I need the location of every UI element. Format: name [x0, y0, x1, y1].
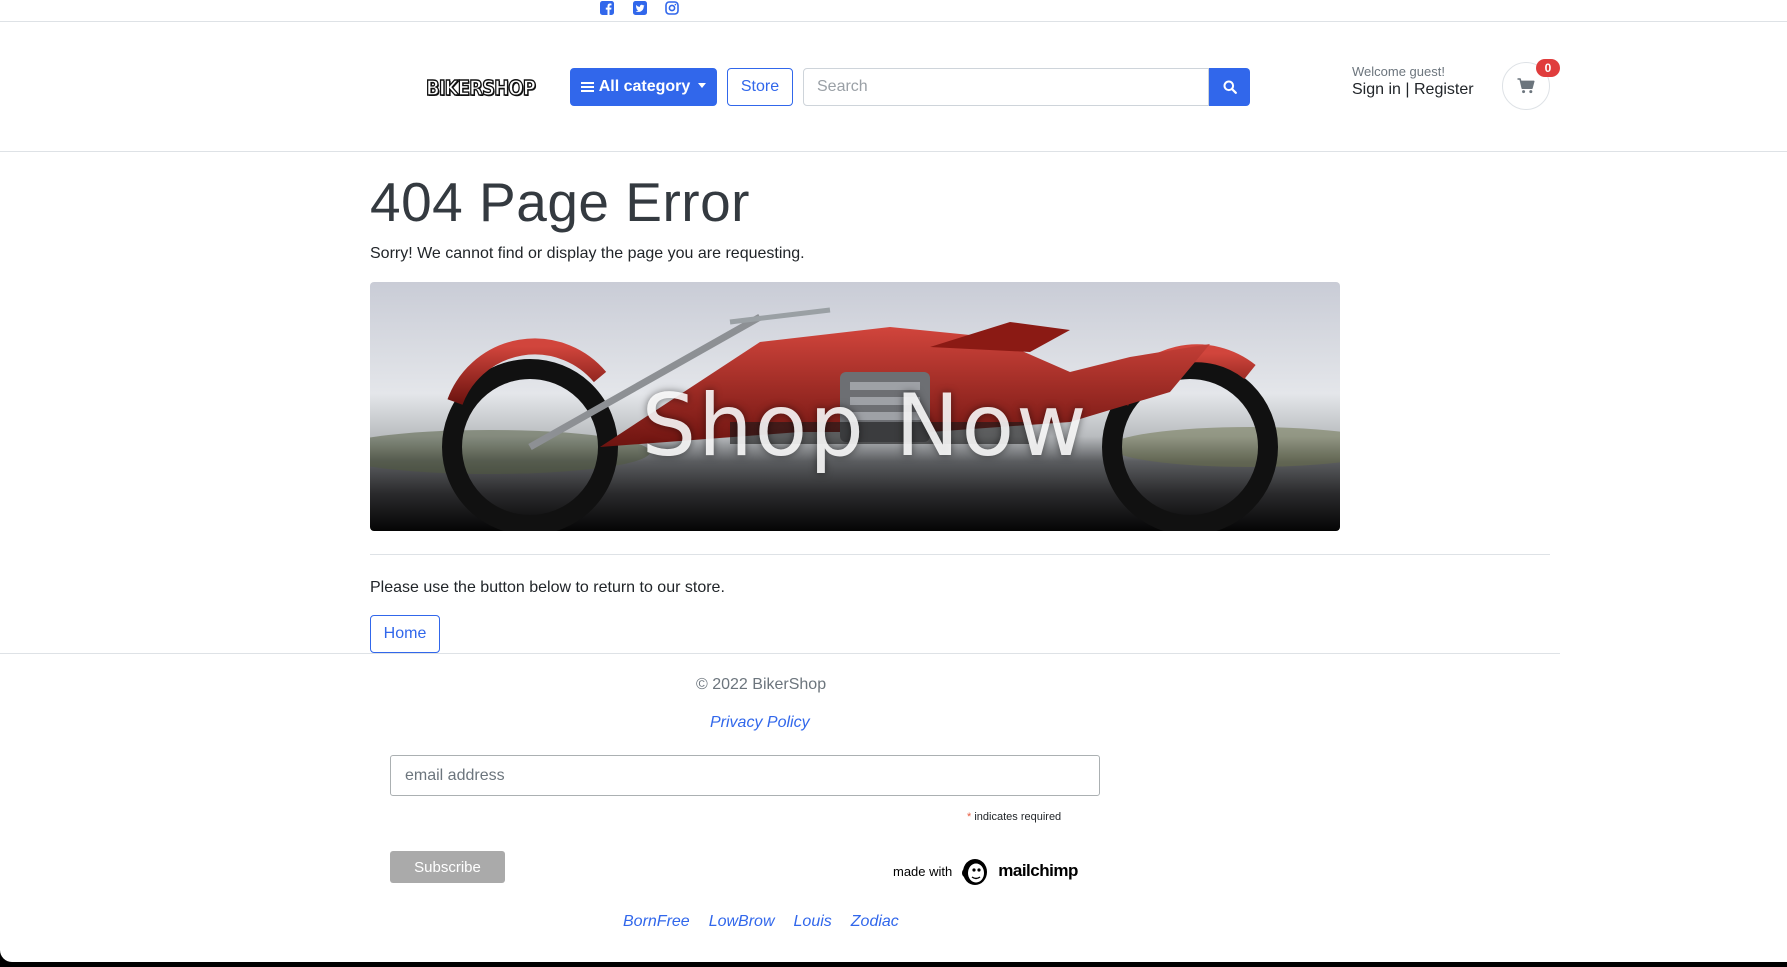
email-field[interactable] — [390, 755, 1100, 796]
search-icon — [1223, 80, 1237, 94]
caret-down-icon — [698, 82, 707, 88]
made-with-text: made with — [893, 863, 953, 879]
mailchimp-logo-icon — [962, 859, 988, 885]
required-text: indicates required — [974, 811, 1062, 823]
welcome-text: Welcome guest! — [1352, 64, 1445, 79]
page: BIKERSHOP All category Store Welcome gue… — [0, 0, 1787, 962]
sign-in-link[interactable]: Sign in — [1352, 81, 1401, 98]
brand-link-zodiac[interactable]: Zodiac — [851, 913, 899, 931]
subscribe-button[interactable]: Subscribe — [390, 851, 505, 883]
mailchimp-badge[interactable]: made with mailchimp — [893, 855, 1078, 887]
category-label: All category — [598, 78, 691, 95]
brand-link-bornfree[interactable]: BornFree — [623, 913, 690, 931]
auth-separator: | — [1405, 81, 1410, 98]
required-asterisk: * — [967, 811, 972, 823]
cart-count-badge: 0 — [1536, 59, 1560, 77]
privacy-policy-link[interactable]: Privacy Policy — [710, 714, 810, 732]
facebook-icon[interactable] — [600, 1, 614, 15]
page-title: 404 Page Error — [370, 171, 750, 233]
divider — [370, 554, 1550, 555]
return-instruction: Please use the button below to return to… — [370, 579, 725, 596]
banner-text: Shop Now — [641, 375, 1089, 476]
menu-icon — [580, 82, 594, 92]
brand-link-lowbrow[interactable]: LowBrow — [709, 913, 775, 931]
store-button[interactable]: Store — [727, 68, 793, 106]
all-category-dropdown[interactable]: All category — [570, 68, 717, 106]
shop-now-banner[interactable]: Shop Now — [370, 282, 1340, 531]
mailchimp-wordmark: mailchimp — [998, 861, 1078, 880]
home-button[interactable]: Home — [370, 615, 440, 653]
site-logo[interactable]: BIKERSHOP — [425, 75, 536, 100]
site-header: BIKERSHOP All category Store Welcome gue… — [0, 22, 1787, 152]
copyright: © 2022 BikerShop — [696, 676, 827, 693]
footer-divider — [0, 653, 1560, 654]
cart-icon — [1517, 78, 1535, 94]
error-message: Sorry! We cannot find or display the pag… — [370, 245, 805, 262]
social-bar — [0, 0, 1787, 22]
search-button[interactable] — [1209, 68, 1250, 106]
brand-links: BornFree LowBrow Louis Zodiac — [623, 913, 899, 931]
auth-links: Sign in | Register — [1352, 81, 1474, 99]
register-link[interactable]: Register — [1414, 81, 1474, 98]
instagram-icon[interactable] — [665, 1, 679, 15]
twitter-icon[interactable] — [633, 1, 647, 15]
brand-link-louis[interactable]: Louis — [794, 913, 832, 931]
search-input[interactable] — [803, 68, 1209, 106]
required-note: * indicates required — [967, 811, 1061, 823]
